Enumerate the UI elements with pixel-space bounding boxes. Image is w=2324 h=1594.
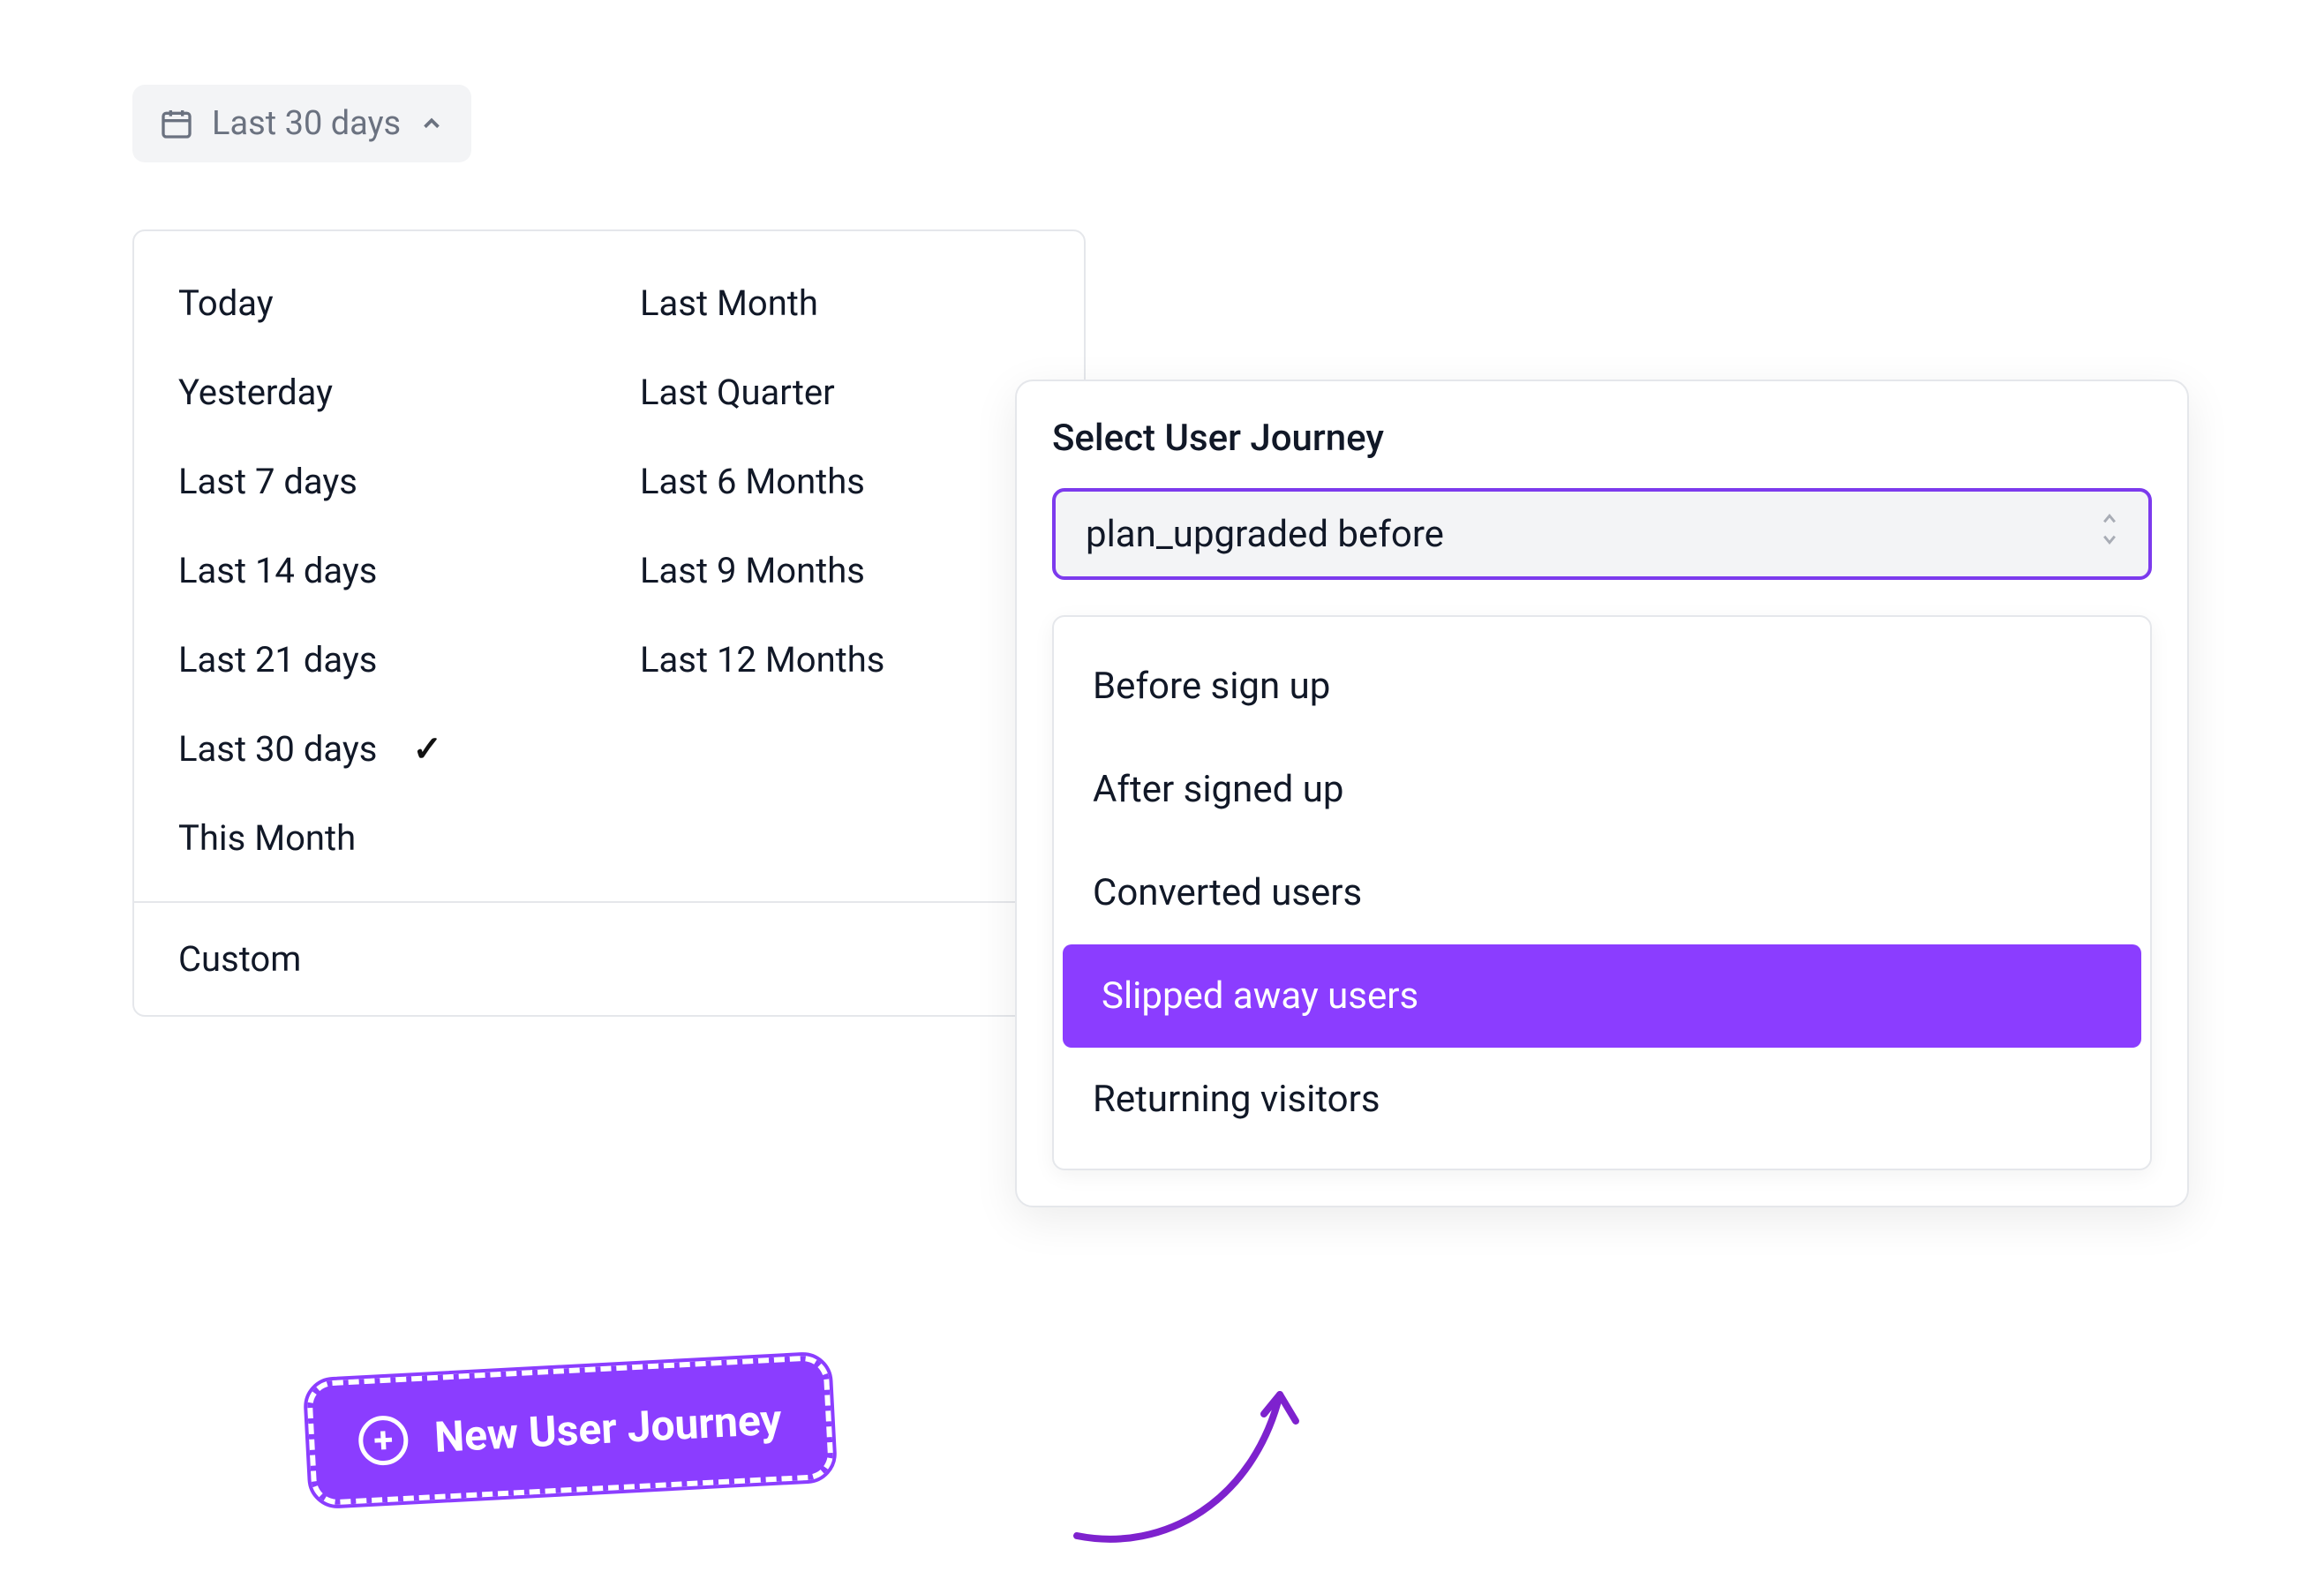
user-journey-option-label: Slipped away users [1102,974,1418,1018]
date-range-option[interactable]: Last Quarter [640,356,1040,429]
user-journey-option[interactable]: After signed up [1054,738,2150,841]
new-user-journey-label: New User Journey [433,1394,783,1462]
user-journey-select-value: plan_upgraded before [1086,513,1444,556]
date-range-custom-label: Custom [178,938,301,980]
date-range-option-label: This Month [178,817,356,859]
date-range-option[interactable]: This Month [178,801,578,875]
date-range-col-1: Last Month Last Quarter Last 6 Months Last … [640,267,1040,875]
date-range-option-label: Last 7 days [178,461,357,502]
user-journey-option[interactable]: Before sign up [1054,635,2150,738]
user-journey-option-label: Before sign up [1093,665,1330,708]
date-range-panel: Today Yesterday Last 7 days Last 14 days Las… [132,229,1086,1017]
date-range-option-label: Last Quarter [640,372,835,413]
date-range-columns: Today Yesterday Last 7 days Last 14 days Las… [134,231,1084,903]
sort-icon [2097,512,2122,557]
plus-circle-icon: + [357,1414,410,1466]
date-range-option-label: Last 30 days [178,728,377,770]
user-journey-option-label: Converted users [1093,871,1362,914]
date-range-option-label: Last 6 Months [640,461,865,502]
date-range-custom[interactable]: Custom [134,903,1084,1015]
chevron-up-icon [418,110,445,137]
user-journey-title: Select User Journey [1052,417,2152,460]
date-range-option[interactable]: Today [178,267,578,340]
user-journey-option[interactable]: Converted users [1054,841,2150,944]
user-journey-option-label: Returning visitors [1093,1078,1380,1121]
user-journey-dropdown: Before sign up After signed up Converted u… [1052,615,2152,1170]
check-icon: ✓ [412,728,442,770]
date-range-option[interactable]: Last 7 days [178,445,578,518]
date-range-label: Last 30 days [212,104,401,143]
date-range-option-label: Last 14 days [178,550,377,591]
user-journey-panel: Select User Journey plan_upgraded before… [1015,380,2189,1207]
date-range-trigger[interactable]: Last 30 days [132,85,471,162]
date-range-option-label: Last Month [640,282,818,324]
calendar-icon [159,106,194,141]
new-user-journey-button[interactable]: + New User Journey [306,1355,834,1507]
date-range-option[interactable]: Last 21 days [178,623,578,696]
connector-arrow-icon [1059,1359,1342,1571]
user-journey-option[interactable]: Returning visitors [1054,1048,2150,1151]
date-range-option-label: Yesterday [178,372,333,413]
date-range-option-label: Last 12 Months [640,639,884,680]
date-range-option-label: Last 21 days [178,639,377,680]
date-range-option[interactable]: Last 9 Months [640,534,1040,607]
date-range-col-0: Today Yesterday Last 7 days Last 14 days Las… [178,267,578,875]
date-range-option[interactable]: Last 14 days [178,534,578,607]
date-range-option-label: Today [178,282,274,324]
date-range-option[interactable]: Yesterday [178,356,578,429]
date-range-option[interactable]: Last 6 Months [640,445,1040,518]
date-range-option-label: Last 9 Months [640,550,865,591]
date-range-option[interactable]: Last 30 days ✓ [178,712,578,786]
date-range-option[interactable]: Last 12 Months [640,623,1040,696]
date-range-option[interactable]: Last Month [640,267,1040,340]
user-journey-option[interactable]: Slipped away users [1063,944,2141,1048]
user-journey-select[interactable]: plan_upgraded before [1052,488,2152,580]
user-journey-option-label: After signed up [1093,768,1343,811]
